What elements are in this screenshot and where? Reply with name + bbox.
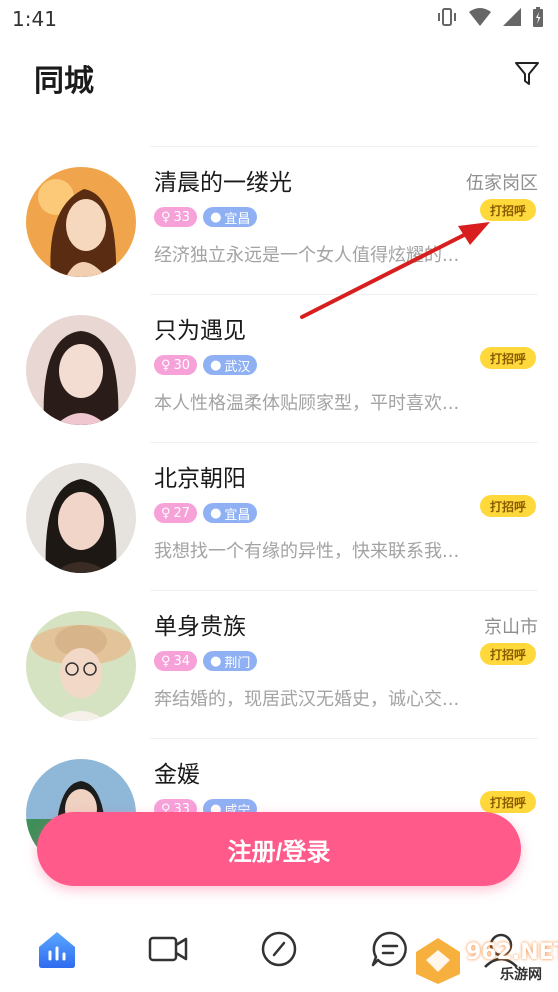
age-value: 34 xyxy=(173,653,191,669)
tag-group: ♀ 34 ● 荆门 xyxy=(154,651,258,671)
avatar xyxy=(26,463,136,573)
greet-button[interactable]: 打招呼 xyxy=(480,643,536,665)
greet-button[interactable]: 打招呼 xyxy=(480,791,536,813)
status-time: 1:41 xyxy=(12,7,57,31)
screen: 1:41 同城 清晨的一缕光 伍家岗区 ♀ 33 ● 宜昌 打招呼 经济独立永远… xyxy=(0,0,558,992)
nav-video[interactable] xyxy=(146,927,190,971)
profile-name[interactable]: 清晨的一缕光 xyxy=(154,163,292,197)
location-pin-icon: ● xyxy=(210,653,222,669)
profile-bio: 本人性格温柔体贴顾家型，平时喜欢... xyxy=(154,393,460,414)
tag-group: ♀ 30 ● 武汉 xyxy=(154,355,258,375)
nav-home[interactable] xyxy=(35,927,79,971)
avatar xyxy=(26,611,136,721)
profile-name[interactable]: 只为遇见 xyxy=(154,311,246,345)
status-bar: 1:41 xyxy=(0,0,558,40)
profile-name[interactable]: 金媛 xyxy=(154,755,200,789)
greet-button[interactable]: 打招呼 xyxy=(480,199,536,221)
page-title: 同城 xyxy=(34,64,94,99)
location-pin-icon: ● xyxy=(210,209,222,225)
wifi-icon xyxy=(468,7,492,31)
nav-discover[interactable] xyxy=(257,927,301,971)
city-value: 宜昌 xyxy=(224,507,251,523)
profile-card[interactable]: 清晨的一缕光 伍家岗区 ♀ 33 ● 宜昌 打招呼 经济独立永远是一个女人值得炫… xyxy=(0,147,558,295)
gender-female-icon: ♀ xyxy=(161,209,171,225)
age-value: 33 xyxy=(173,209,191,225)
register-login-button[interactable]: 注册/登录 xyxy=(37,812,521,886)
age-value: 27 xyxy=(173,505,191,521)
gender-female-icon: ♀ xyxy=(161,357,171,373)
compass-icon xyxy=(261,931,297,967)
greet-button[interactable]: 打招呼 xyxy=(480,347,536,369)
watermark-sub: 乐游网 xyxy=(500,967,542,983)
city-tag: ● 武汉 xyxy=(203,355,258,375)
city-value: 宜昌 xyxy=(224,211,251,227)
age-tag: ♀ 30 xyxy=(154,355,198,375)
location-pin-icon: ● xyxy=(210,357,222,373)
city-tag: ● 宜昌 xyxy=(203,207,258,227)
profile-card[interactable]: 单身贵族 京山市 ♀ 34 ● 荆门 打招呼 奔结婚的，现居武汉无婚史，诚心交.… xyxy=(0,591,558,739)
profile-location: 京山市 xyxy=(484,617,538,638)
tag-group: ♀ 33 ● 宜昌 xyxy=(154,207,258,227)
profile-card-partial[interactable] xyxy=(0,105,558,148)
filter-button[interactable] xyxy=(512,58,542,88)
nav-messages[interactable] xyxy=(368,927,412,971)
greet-button[interactable]: 打招呼 xyxy=(480,495,536,517)
watermark-text: 962.NET xyxy=(466,940,558,965)
city-tag: ● 宜昌 xyxy=(203,503,258,523)
city-value: 荆门 xyxy=(224,655,251,671)
signal-icon xyxy=(502,7,522,31)
city-tag: ● 荆门 xyxy=(203,651,258,671)
header: 同城 xyxy=(0,40,558,110)
profile-location: 伍家岗区 xyxy=(466,173,538,194)
profile-bio: 奔结婚的，现居武汉无婚史，诚心交... xyxy=(154,689,460,710)
profile-bio: 我想找一个有缘的异性，快来联系我... xyxy=(154,541,460,562)
tag-group: ♀ 27 ● 宜昌 xyxy=(154,503,258,523)
avatar xyxy=(26,315,136,425)
age-value: 30 xyxy=(173,357,191,373)
vibrate-icon xyxy=(436,6,458,32)
home-radar-icon xyxy=(39,932,75,968)
gender-female-icon: ♀ xyxy=(161,505,171,521)
watermark: 962.NET 乐游网 xyxy=(412,934,558,986)
filter-icon xyxy=(515,62,539,85)
watermark-logo-icon xyxy=(416,938,460,984)
age-tag: ♀ 33 xyxy=(154,207,198,227)
profile-card[interactable]: 北京朝阳 ♀ 27 ● 宜昌 打招呼 我想找一个有缘的异性，快来联系我... xyxy=(0,443,558,591)
profile-name[interactable]: 单身贵族 xyxy=(154,607,246,641)
city-value: 武汉 xyxy=(224,359,251,375)
chat-bubble-icon xyxy=(371,931,407,967)
profile-feed[interactable]: 清晨的一缕光 伍家岗区 ♀ 33 ● 宜昌 打招呼 经济独立永远是一个女人值得炫… xyxy=(0,105,558,905)
location-pin-icon: ● xyxy=(210,505,222,521)
profile-name[interactable]: 北京朝阳 xyxy=(154,459,246,493)
age-tag: ♀ 34 xyxy=(154,651,198,671)
status-icons xyxy=(436,6,544,32)
profile-card[interactable]: 只为遇见 ♀ 30 ● 武汉 打招呼 本人性格温柔体贴顾家型，平时喜欢... xyxy=(0,295,558,443)
battery-icon xyxy=(532,6,544,32)
avatar xyxy=(26,167,136,277)
profile-bio: 经济独立永远是一个女人值得炫耀的... xyxy=(154,245,460,266)
video-camera-icon xyxy=(148,936,188,962)
age-tag: ♀ 27 xyxy=(154,503,198,523)
gender-female-icon: ♀ xyxy=(161,653,171,669)
